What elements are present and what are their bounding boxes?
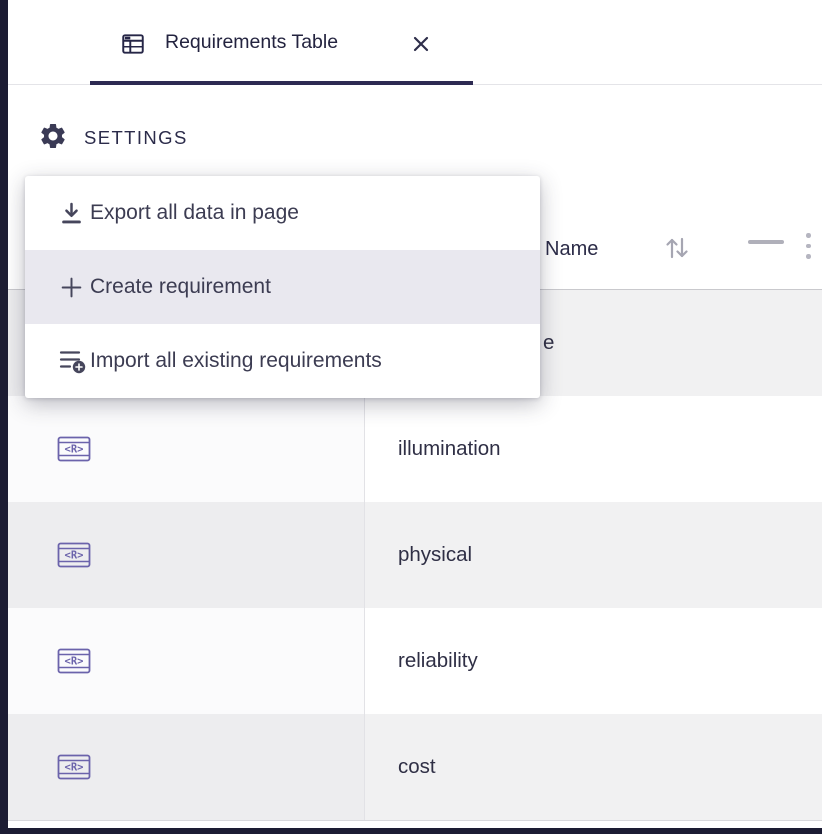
download-icon <box>25 200 90 227</box>
tab-requirements-table[interactable]: Requirements Table <box>90 0 473 84</box>
app-window: Requirements Table SETTINGS Name <box>0 0 822 834</box>
row-name: illumination <box>365 396 822 502</box>
row-icon-cell[interactable]: <R> <box>8 502 365 608</box>
kebab-menu-icon[interactable] <box>806 233 811 265</box>
tab-title: Requirements Table <box>165 31 338 54</box>
requirement-icon: <R> <box>57 542 91 568</box>
table-row[interactable]: <R> cost <box>8 714 822 820</box>
requirements-table-icon <box>120 31 146 62</box>
row-name: reliability <box>365 608 822 714</box>
import-list-icon <box>25 348 90 375</box>
column-header-name: Name <box>545 238 598 261</box>
menu-item-label: Create requirement <box>90 275 271 299</box>
table-row[interactable]: <R> illumination <box>8 396 822 502</box>
menu-item-label: Export all data in page <box>90 201 299 225</box>
row-icon-cell[interactable]: <R> <box>8 714 365 820</box>
requirement-icon: <R> <box>57 436 91 462</box>
settings-label: SETTINGS <box>84 127 188 149</box>
window-bottom-edge <box>0 828 822 834</box>
menu-item-import-requirements[interactable]: Import all existing requirements <box>25 324 540 398</box>
tab-bar: Requirements Table <box>0 0 822 85</box>
sort-icon[interactable] <box>660 232 694 269</box>
row-name: cost <box>365 714 822 820</box>
row-icon-cell[interactable]: <R> <box>8 396 365 502</box>
table-bottom-divider <box>8 820 822 821</box>
requirement-icon: <R> <box>57 754 91 780</box>
close-icon[interactable] <box>412 35 430 58</box>
requirement-icon: <R> <box>57 648 91 674</box>
svg-text:<R>: <R> <box>65 550 84 562</box>
svg-text:<R>: <R> <box>65 656 84 668</box>
gear-icon <box>38 121 68 156</box>
svg-text:<R>: <R> <box>65 762 84 774</box>
menu-item-create-requirement[interactable]: Create requirement <box>25 250 540 324</box>
plus-icon <box>25 274 90 301</box>
column-bars-icon[interactable] <box>748 240 784 250</box>
menu-item-label: Import all existing requirements <box>90 349 382 373</box>
row-icon-cell[interactable]: <R> <box>8 608 365 714</box>
row-name: physical <box>365 502 822 608</box>
settings-menu-trigger[interactable]: SETTINGS <box>38 120 188 156</box>
window-left-edge <box>0 0 8 834</box>
settings-dropdown-menu: Export all data in page Create requireme… <box>25 176 540 398</box>
svg-text:<R>: <R> <box>65 444 84 456</box>
active-tab-indicator <box>90 81 473 85</box>
table-row[interactable]: <R> reliability <box>8 608 822 714</box>
menu-item-export-all-data[interactable]: Export all data in page <box>25 176 540 250</box>
table-row[interactable]: <R> physical <box>8 502 822 608</box>
